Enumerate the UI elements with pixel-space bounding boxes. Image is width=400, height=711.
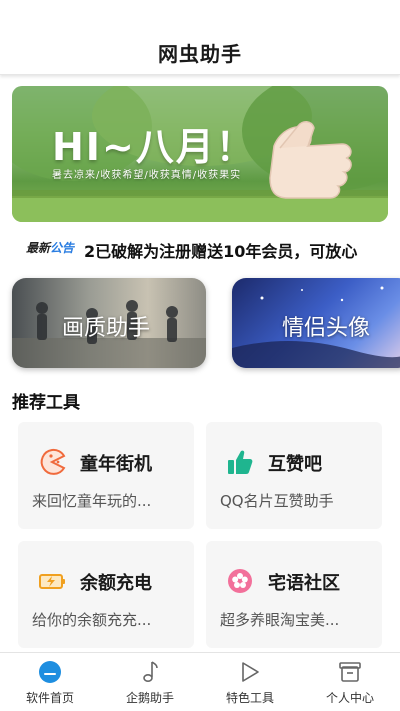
pacman-icon — [40, 448, 66, 475]
tab-label: 特色工具 — [225, 691, 274, 705]
bottom-tab-bar: 软件首页 企鹅助手 特色工具 个人中心 — [0, 652, 400, 711]
tab-label: 企鹅助手 — [125, 691, 174, 705]
tool-desc: 给你的余额充充... — [32, 611, 152, 629]
tab-label: 软件首页 — [25, 691, 74, 705]
tool-desc: 来回忆童年玩的... — [32, 492, 152, 510]
announcement-tag-new: 最新 — [26, 241, 51, 255]
feature-card-image-quality[interactable]: 画质助手 — [12, 278, 206, 368]
app-header: 网虫助手 — [0, 0, 400, 75]
tool-card-otaku-community[interactable]: 宅语社区 超多养眼淘宝美... — [206, 541, 382, 648]
music-note-icon — [143, 661, 158, 683]
tab-label: 个人中心 — [325, 691, 374, 705]
tab-featured-tools[interactable]: 特色工具 — [200, 653, 300, 711]
announcement-tag: 最新公告 — [26, 239, 74, 256]
flower-badge-icon — [228, 569, 252, 593]
person-box-icon — [339, 662, 361, 682]
feature-card-label: 画质助手 — [62, 316, 151, 341]
feature-card-couple-avatar[interactable]: 情侣头像 — [232, 278, 400, 368]
tool-desc: QQ名片互赞助手 — [220, 492, 334, 510]
tab-profile[interactable]: 个人中心 — [300, 653, 400, 711]
tool-card-balance-charge[interactable]: 余额充电 给你的余额充充... — [18, 541, 194, 648]
tool-card-mutual-like[interactable]: 互赞吧 QQ名片互赞助手 — [206, 422, 382, 529]
announcement-text: 2已破解为注册赠送10年会员，可放心 — [84, 242, 358, 261]
thumbs-up-icon — [228, 450, 253, 474]
section-title: 推荐工具 — [12, 393, 80, 413]
tool-name: 余额充电 — [80, 573, 152, 594]
tab-home[interactable]: 软件首页 — [0, 653, 100, 711]
tool-name: 童年街机 — [80, 454, 152, 475]
battery-charging-icon — [39, 574, 65, 589]
announcement-bar[interactable]: 最新公告 2已破解为注册赠送10年会员，可放心 — [0, 230, 400, 264]
promo-banner[interactable]: HI~八月！ 暑去凉来/收获希望/收获真情/收获果实 — [12, 86, 388, 222]
announcement-tag-notice: 公告 — [50, 241, 75, 255]
tab-penguin-helper[interactable]: 企鹅助手 — [100, 653, 200, 711]
tool-card-arcade[interactable]: 童年街机 来回忆童年玩的... — [18, 422, 194, 529]
page-title: 网虫助手 — [158, 42, 242, 66]
tool-desc: 超多养眼淘宝美... — [220, 611, 340, 629]
tool-name: 宅语社区 — [268, 573, 340, 594]
home-face-icon — [39, 661, 61, 683]
banner-headline: HI~八月！ — [52, 125, 256, 169]
tool-name: 互赞吧 — [268, 454, 322, 475]
feature-card-label: 情侣头像 — [282, 316, 371, 341]
banner-subtitle: 暑去凉来/收获希望/收获真情/收获果实 — [52, 170, 242, 181]
play-triangle-icon — [242, 662, 259, 682]
